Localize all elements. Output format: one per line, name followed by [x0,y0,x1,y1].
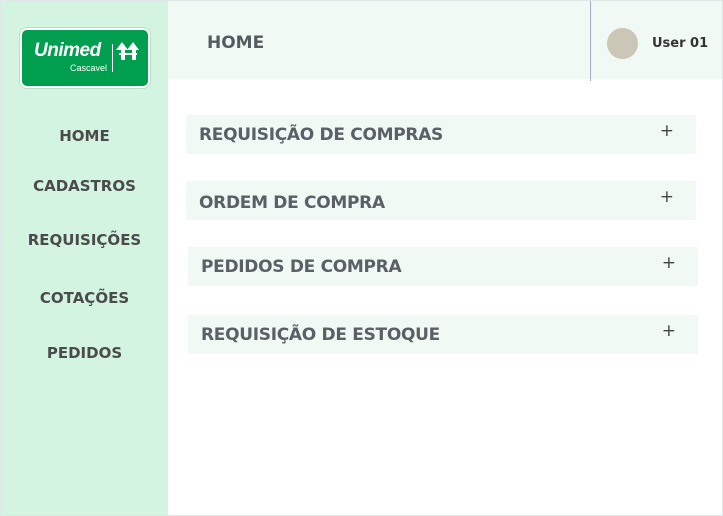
section-label: REQUISIÇÃO DE COMPRAS [199,125,443,145]
section-requisicao-de-compras[interactable]: REQUISIÇÃO DE COMPRAS + [186,115,696,154]
sidebar-item-cadastros[interactable]: CADASTROS [1,177,168,195]
logo-brand-name: Unimed [34,40,101,61]
top-bar: HOME User 01 [168,1,722,81]
expand-plus-icon[interactable]: + [662,321,676,341]
expand-plus-icon[interactable]: + [662,253,676,273]
section-ordem-de-compra[interactable]: ORDEM DE COMPRA + [186,181,696,220]
user-avatar-icon[interactable] [607,28,638,59]
section-label: PEDIDOS DE COMPRA [201,257,402,277]
sidebar-item-requisicoes[interactable]: REQUISIÇÕES [1,231,168,249]
section-pedidos-de-compra[interactable]: PEDIDOS DE COMPRA + [188,247,698,286]
logo-divider [112,44,113,72]
header-divider [590,1,591,81]
user-name[interactable]: User 01 [652,36,708,51]
unimed-tree-icon [116,42,139,60]
unimed-logo[interactable]: Unimed Cascavel [20,28,150,88]
section-label: ORDEM DE COMPRA [199,193,385,213]
page-title: HOME [207,33,265,53]
section-label: REQUISIÇÃO DE ESTOQUE [201,325,440,345]
section-requisicao-de-estoque[interactable]: REQUISIÇÃO DE ESTOQUE + [188,315,698,354]
sidebar-item-cotacoes[interactable]: COTAÇÕES [1,289,168,307]
logo-city: Cascavel [70,63,108,73]
expand-plus-icon[interactable]: + [660,121,674,141]
sidebar: Unimed Cascavel HOME CADASTROS REQUISIÇÕ… [1,1,168,515]
sidebar-item-pedidos[interactable]: PEDIDOS [1,344,168,362]
expand-plus-icon[interactable]: + [660,187,674,207]
sidebar-item-home[interactable]: HOME [1,127,168,145]
